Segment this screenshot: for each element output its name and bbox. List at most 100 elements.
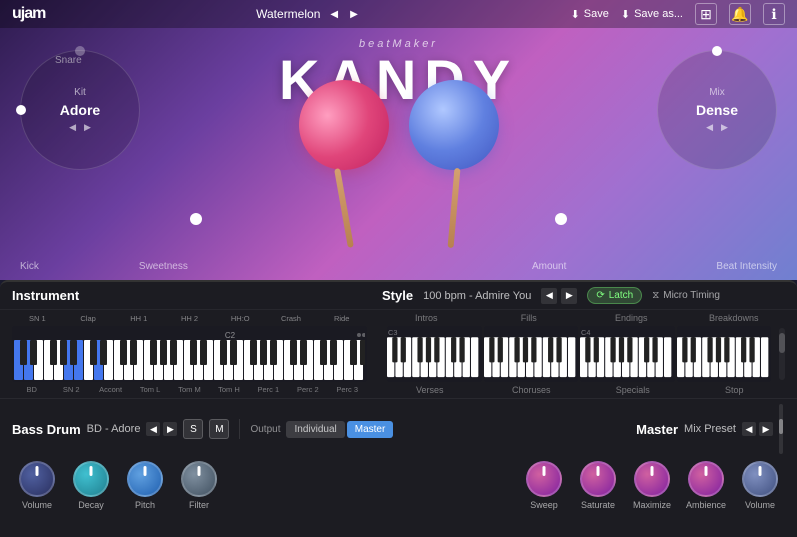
style-keyboard-breakdowns[interactable]: [677, 326, 772, 382]
kit-prev-button[interactable]: ◀: [69, 122, 76, 133]
label-hh2: HH 2: [164, 314, 215, 323]
ambience-knob-container: Ambience: [681, 461, 731, 510]
saturate-knob-label: Saturate: [581, 500, 615, 510]
notifications-button[interactable]: 🔔: [729, 3, 751, 25]
preset-prev-button[interactable]: ◀: [328, 9, 340, 20]
label-perc3: Perc 3: [328, 385, 367, 397]
kit-next-button[interactable]: ▶: [84, 122, 91, 133]
solo-button[interactable]: S: [183, 419, 203, 439]
latch-button[interactable]: ⟳ Latch: [587, 287, 642, 304]
mix-preset-label: Mix Preset: [684, 423, 736, 435]
sweetness-knob-dot[interactable]: [190, 213, 202, 225]
master-volume-knob-label: Volume: [745, 500, 775, 510]
mute-button[interactable]: M: [209, 419, 229, 439]
drum-preset-prev[interactable]: ◀: [146, 422, 160, 436]
label-ride: Ride: [316, 314, 367, 323]
style-nav: ◀ ▶: [541, 288, 577, 304]
info-button[interactable]: ℹ: [763, 3, 785, 25]
maximize-knob[interactable]: [634, 461, 670, 497]
label-crash: Crash: [266, 314, 317, 323]
mix-preset-next[interactable]: ▶: [759, 422, 773, 436]
decay-knob-container: Decay: [66, 461, 116, 510]
label-bd: BD: [12, 385, 51, 397]
mix-prev-button[interactable]: ◀: [706, 122, 713, 133]
saturate-knob[interactable]: [580, 461, 616, 497]
decay-knob-label: Decay: [78, 500, 104, 510]
master-volume-knob[interactable]: [742, 461, 778, 497]
grid-view-button[interactable]: ⊞: [695, 3, 717, 25]
label-sn1: SN 1: [12, 314, 63, 323]
style-top-labels: Intros Fills Endings Breakdowns: [375, 313, 785, 323]
style-header: Style 100 bpm - Admire You ◀ ▶ ⟳ Latch ⧖…: [382, 287, 785, 304]
style-title: Style: [382, 288, 413, 303]
amount-knob-dot[interactable]: [555, 213, 567, 225]
mix-label: Mix: [709, 87, 725, 98]
style-keyboard-fills[interactable]: [484, 326, 579, 382]
volume-knob-label: Volume: [22, 500, 52, 510]
knobs-row: Volume Decay Pitch Filter Sweep: [0, 459, 797, 514]
instrument-keyboard[interactable]: C2: [12, 326, 367, 382]
mix-preset-prev[interactable]: ◀: [742, 422, 756, 436]
drum-preset-next[interactable]: ▶: [163, 422, 177, 436]
volume-knob[interactable]: [19, 461, 55, 497]
micro-timing-button[interactable]: ⧖ Micro Timing: [652, 290, 720, 301]
master-title: Master: [636, 422, 678, 437]
output-master-button[interactable]: Master: [347, 421, 394, 438]
preset-next-button[interactable]: ▶: [348, 9, 360, 20]
mix-preset-nav: ◀ ▶: [742, 422, 773, 436]
output-individual-button[interactable]: Individual: [286, 421, 344, 438]
decay-knob[interactable]: [73, 461, 109, 497]
label-breakdowns: Breakdowns: [683, 313, 786, 323]
ambience-knob-label: Ambience: [686, 500, 726, 510]
preset-name: Watermelon: [256, 7, 320, 21]
kit-knob[interactable]: Kit Adore ◀ ▶: [20, 50, 140, 170]
kit-dot-left: [16, 105, 26, 115]
label-choruses: Choruses: [481, 385, 583, 397]
filter-knob-label: Filter: [189, 500, 209, 510]
bottom-controls-bar: Bass Drum BD - Adore ◀ ▶ S M Output Indi…: [0, 398, 797, 459]
scrollbar-thumb[interactable]: [779, 333, 785, 353]
mix-dot-top: [712, 46, 722, 56]
style-keyboard-endings[interactable]: C4: [580, 326, 675, 382]
style-bottom-labels: Verses Choruses Specials Stop: [379, 385, 785, 397]
style-prev-button[interactable]: ◀: [541, 288, 557, 304]
bpm-display: 100 bpm - Admire You: [423, 290, 531, 302]
label-tomh: Tom H: [209, 385, 248, 397]
label-clap: Clap: [63, 314, 114, 323]
filter-knob[interactable]: [181, 461, 217, 497]
app-logo: ujam: [12, 5, 45, 23]
scrollbar[interactable]: [779, 328, 785, 380]
saturate-knob-container: Saturate: [573, 461, 623, 510]
style-keyboard-intros[interactable]: C3: [387, 326, 482, 382]
bottom-panel: Instrument Style 100 bpm - Admire You ◀ …: [0, 280, 797, 537]
mix-knob[interactable]: Mix Dense ◀ ▶: [657, 50, 777, 170]
bass-drum-title: Bass Drum: [12, 422, 81, 437]
volume-knob-container: Volume: [12, 461, 62, 510]
ambience-knob[interactable]: [688, 461, 724, 497]
save-as-button[interactable]: ⬇ Save as...: [621, 8, 683, 21]
info-icon: ℹ: [771, 6, 776, 23]
master-volume-slider[interactable]: [779, 404, 783, 454]
pitch-knob[interactable]: [127, 461, 163, 497]
micro-timing-icon: ⧖: [652, 290, 659, 301]
kit-dot-top: [75, 46, 85, 56]
style-next-button[interactable]: ▶: [561, 288, 577, 304]
kick-label: Kick: [20, 261, 39, 272]
kit-label: Kit: [74, 87, 86, 98]
output-label: Output: [250, 424, 280, 435]
label-hh1: HH 1: [113, 314, 164, 323]
label-perc1: Perc 1: [249, 385, 288, 397]
drum-bottom-labels: BD SN 2 Accont Tom L Tom M Tom H Perc 1 …: [12, 385, 367, 397]
label-tomm: Tom M: [170, 385, 209, 397]
label-fills: Fills: [478, 313, 581, 323]
label-specials: Specials: [582, 385, 684, 397]
sweep-knob[interactable]: [526, 461, 562, 497]
maximize-knob-label: Maximize: [633, 500, 671, 510]
label-sn2: SN 2: [51, 385, 90, 397]
save-icon: ⬇: [571, 8, 580, 21]
maximize-knob-container: Maximize: [627, 461, 677, 510]
mix-next-button[interactable]: ▶: [721, 122, 728, 133]
label-intros: Intros: [375, 313, 478, 323]
save-button[interactable]: ⬇ Save: [571, 8, 609, 21]
mix-knob-section: Mix Dense ◀ ▶: [657, 50, 777, 170]
